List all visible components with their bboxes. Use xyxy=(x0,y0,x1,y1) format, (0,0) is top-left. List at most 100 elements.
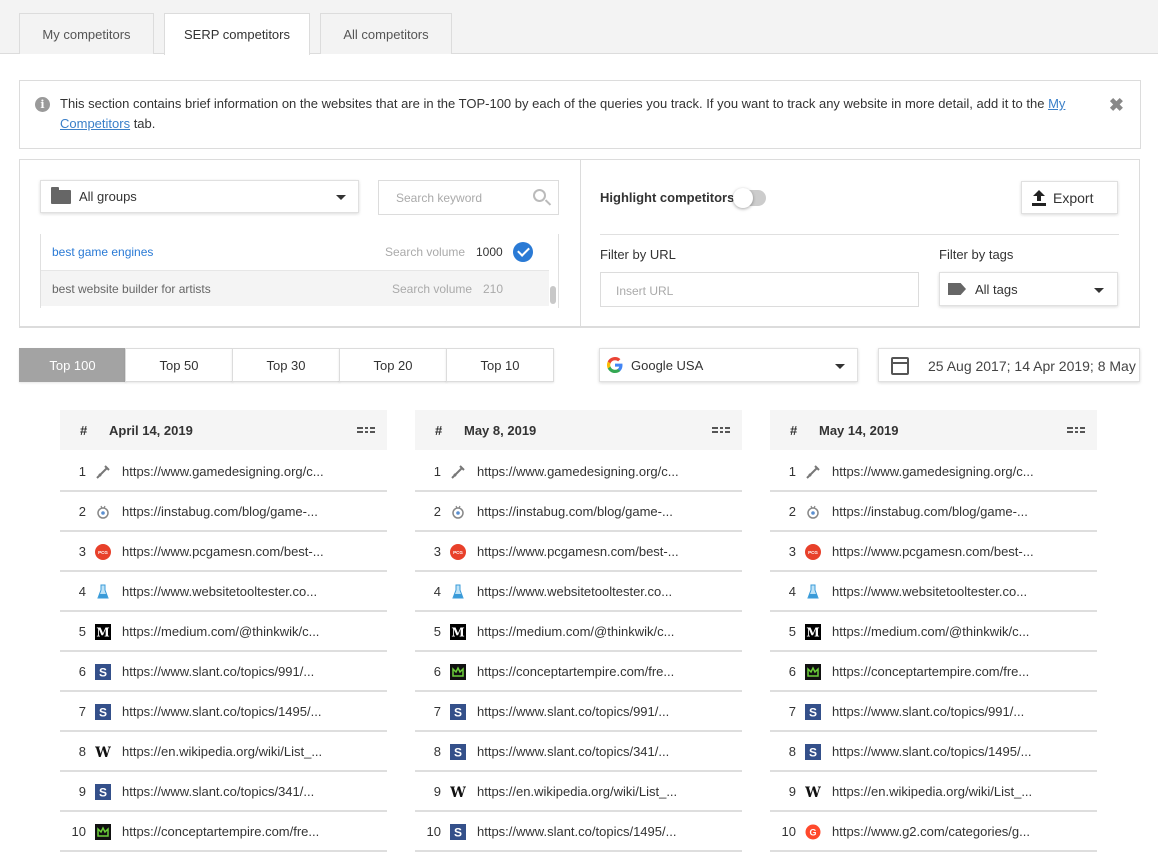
result-url-link[interactable]: https://www.slant.co/topics/1495/... xyxy=(122,704,372,719)
pcgamesn-icon: PCG xyxy=(805,544,821,560)
medium-icon: M xyxy=(95,624,111,640)
filter-panel: All groups Search keyword best game engi… xyxy=(19,159,1140,328)
svg-text:S: S xyxy=(99,666,107,680)
rank-number: 4 xyxy=(78,584,86,599)
result-url-link[interactable]: https://www.gamedesigning.org/c... xyxy=(832,464,1082,479)
search-engine-dropdown[interactable]: Google USA xyxy=(599,348,858,382)
column-menu-icon[interactable] xyxy=(712,427,730,433)
column-menu-icon[interactable] xyxy=(357,427,375,433)
info-banner: i This section contains brief informatio… xyxy=(19,80,1141,149)
result-url-link[interactable]: https://www.slant.co/topics/991/... xyxy=(122,664,372,679)
column-date: May 8, 2019 xyxy=(464,423,537,438)
search-icon xyxy=(533,189,546,202)
result-url-link[interactable]: https://instabug.com/blog/game-... xyxy=(832,504,1082,519)
result-url-link[interactable]: https://en.wikipedia.org/wiki/List_... xyxy=(122,744,372,759)
svg-text:W: W xyxy=(450,785,466,800)
pcgamesn-icon: PCG xyxy=(450,544,466,560)
tab-my-competitors[interactable]: My competitors xyxy=(19,13,154,54)
search-input[interactable]: Search keyword xyxy=(378,180,559,215)
result-url-link[interactable]: https://www.pcgamesn.com/best-... xyxy=(477,544,727,559)
result-url-link[interactable]: https://conceptartempire.com/fre... xyxy=(477,664,727,679)
svg-text:M: M xyxy=(451,626,464,640)
result-url-link[interactable]: https://www.pcgamesn.com/best-... xyxy=(832,544,1082,559)
medium-icon: M xyxy=(805,624,821,640)
tab-serp-competitors[interactable]: SERP competitors xyxy=(164,13,310,55)
table-row: 9 Shttps://www.slant.co/topics/341/... xyxy=(60,772,387,812)
rank-number: 9 xyxy=(788,784,796,799)
chevron-down-icon xyxy=(1094,288,1104,293)
table-row: 5 Mhttps://medium.com/@thinkwik/c... xyxy=(60,612,387,652)
result-url-link[interactable]: https://en.wikipedia.org/wiki/List_... xyxy=(477,784,727,799)
keyword-text: best website builder for artists xyxy=(52,281,211,296)
svg-text:S: S xyxy=(454,746,462,760)
scrollbar[interactable] xyxy=(550,286,556,304)
keyword-row[interactable]: best game engines Search volume 1000 xyxy=(41,234,549,270)
websitetooltester-icon xyxy=(805,584,821,600)
result-url-link[interactable]: https://www.slant.co/topics/991/... xyxy=(477,704,727,719)
result-url-link[interactable]: https://www.slant.co/topics/341/... xyxy=(477,744,727,759)
result-url-link[interactable]: https://www.slant.co/topics/1495/... xyxy=(477,824,727,839)
rank-number: 9 xyxy=(78,784,86,799)
keyword-row[interactable]: best website builder for artists Search … xyxy=(41,270,549,306)
result-url-link[interactable]: https://www.gamedesigning.org/c... xyxy=(477,464,727,479)
result-url-link[interactable]: https://en.wikipedia.org/wiki/List_... xyxy=(832,784,1082,799)
rank-number: 7 xyxy=(788,704,796,719)
table-row: 3 PCG https://www.pcgamesn.com/best-... xyxy=(770,532,1097,572)
result-url-link[interactable]: https://www.g2.com/categories/g... xyxy=(832,824,1082,839)
groups-selected: All groups xyxy=(79,189,137,204)
upload-icon xyxy=(1032,190,1046,206)
svg-text:S: S xyxy=(809,706,817,720)
result-url-link[interactable]: https://conceptartempire.com/fre... xyxy=(122,824,372,839)
result-url-link[interactable]: https://www.slant.co/topics/991/... xyxy=(832,704,1082,719)
tab-all-competitors[interactable]: All competitors xyxy=(320,13,452,54)
highlight-competitors-toggle[interactable] xyxy=(733,188,766,208)
result-url-link[interactable]: https://conceptartempire.com/fre... xyxy=(832,664,1082,679)
result-url-link[interactable]: https://medium.com/@thinkwik/c... xyxy=(477,624,727,639)
top-30-button[interactable]: Top 30 xyxy=(232,348,340,382)
result-url-link[interactable]: https://www.websitetooltester.co... xyxy=(832,584,1082,599)
checkmark-icon[interactable] xyxy=(513,242,533,262)
wikipedia-icon: W xyxy=(95,744,111,760)
table-row: 10 Ghttps://www.g2.com/categories/g... xyxy=(770,812,1097,852)
result-url-link[interactable]: https://instabug.com/blog/game-... xyxy=(122,504,372,519)
result-url-link[interactable]: https://www.slant.co/topics/341/... xyxy=(122,784,372,799)
keyword-text: best game engines xyxy=(52,245,154,259)
slant-icon: S xyxy=(95,664,111,680)
result-url-link[interactable]: https://medium.com/@thinkwik/c... xyxy=(832,624,1082,639)
top-100-button[interactable]: Top 100 xyxy=(19,348,126,382)
export-button[interactable]: Export xyxy=(1021,181,1118,214)
column-header: # May 14, 2019 xyxy=(770,410,1097,450)
rank-number: 2 xyxy=(433,504,441,519)
groups-dropdown[interactable]: All groups xyxy=(40,180,359,213)
rank-number: 5 xyxy=(788,624,796,639)
date-picker[interactable]: 25 Aug 2017; 14 Apr 2019; 8 May xyxy=(878,348,1140,382)
svg-text:S: S xyxy=(809,746,817,760)
result-url-link[interactable]: https://www.slant.co/topics/1495/... xyxy=(832,744,1082,759)
rank-number: 4 xyxy=(788,584,796,599)
result-url-link[interactable]: https://www.pcgamesn.com/best-... xyxy=(122,544,372,559)
rank-number: 2 xyxy=(78,504,86,519)
info-icon: i xyxy=(35,97,50,112)
column-menu-icon[interactable] xyxy=(1067,427,1085,433)
result-url-link[interactable]: https://instabug.com/blog/game-... xyxy=(477,504,727,519)
result-url-link[interactable]: https://www.gamedesigning.org/c... xyxy=(122,464,372,479)
close-icon[interactable]: ✖ xyxy=(1109,95,1124,116)
url-input[interactable]: Insert URL xyxy=(600,272,919,307)
calendar-icon xyxy=(891,357,909,375)
slant-icon: S xyxy=(95,704,111,720)
result-url-link[interactable]: https://www.websitetooltester.co... xyxy=(122,584,372,599)
table-row: 4 https://www.websitetooltester.co... xyxy=(415,572,742,612)
rank-number: 8 xyxy=(433,744,441,759)
top-50-button[interactable]: Top 50 xyxy=(125,348,233,382)
svg-text:G: G xyxy=(809,828,816,838)
table-row: 10 Shttps://www.slant.co/topics/1495/... xyxy=(415,812,742,852)
info-text-start: This section contains brief information … xyxy=(60,96,1049,111)
websitetooltester-icon xyxy=(95,584,111,600)
rank-number: 1 xyxy=(78,464,86,479)
result-url-link[interactable]: https://medium.com/@thinkwik/c... xyxy=(122,624,372,639)
top-20-button[interactable]: Top 20 xyxy=(339,348,447,382)
table-row: 5 Mhttps://medium.com/@thinkwik/c... xyxy=(415,612,742,652)
tags-dropdown[interactable]: All tags xyxy=(939,272,1118,306)
result-url-link[interactable]: https://www.websitetooltester.co... xyxy=(477,584,727,599)
top-10-button[interactable]: Top 10 xyxy=(446,348,554,382)
